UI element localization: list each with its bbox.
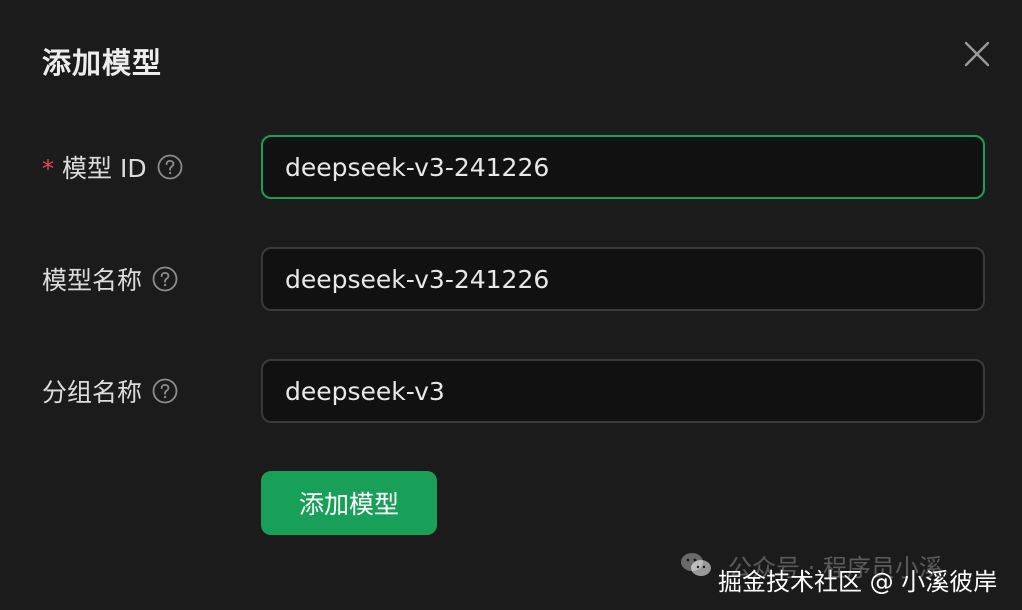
question-circle-icon[interactable] [152, 378, 178, 404]
watermark-line2: 掘金技术社区 @ 小溪彼岸 [718, 568, 998, 596]
model-name-label-group: 模型名称 [42, 247, 178, 311]
model-name-input[interactable] [261, 247, 985, 311]
group-name-label-group: 分组名称 [42, 359, 178, 423]
form-row-group-name: 分组名称 [0, 359, 1022, 423]
watermark: 公众号 · 程序员小溪 掘金技术社区 @ 小溪彼岸 [680, 548, 1020, 604]
add-model-button[interactable]: 添加模型 [261, 471, 437, 535]
form-row-model-name: 模型名称 [0, 247, 1022, 311]
model-name-label: 模型名称 [42, 266, 143, 295]
model-id-label-group: * 模型 ID [42, 135, 183, 199]
group-name-label: 分组名称 [42, 378, 143, 407]
add-model-dialog: 添加模型 * 模型 ID 模型名称 [0, 0, 1022, 610]
model-id-label: 模型 ID [62, 154, 147, 183]
model-id-input[interactable] [261, 135, 985, 199]
wechat-icon [680, 552, 712, 578]
close-icon[interactable] [960, 37, 994, 71]
required-mark: * [42, 155, 54, 183]
dialog-title: 添加模型 [42, 46, 163, 80]
question-circle-icon[interactable] [152, 266, 178, 292]
watermark-line1: 公众号 · 程序员小溪 [728, 554, 943, 582]
question-circle-icon[interactable] [157, 154, 183, 180]
group-name-input[interactable] [261, 359, 985, 423]
form-row-model-id: * 模型 ID [0, 135, 1022, 199]
